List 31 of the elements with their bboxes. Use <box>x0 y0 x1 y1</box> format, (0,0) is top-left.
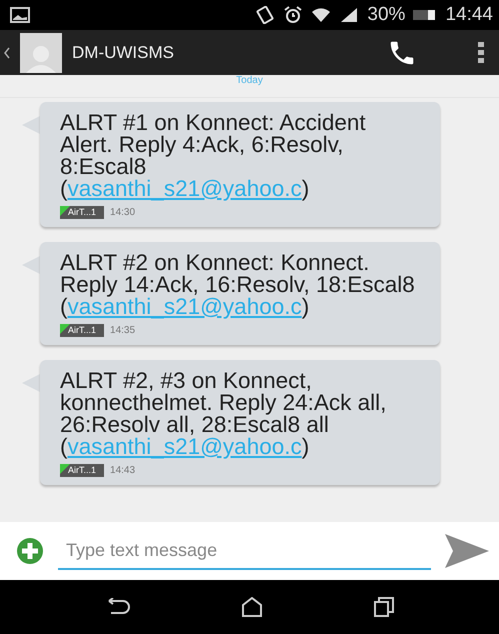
bubble-tail <box>22 256 40 274</box>
message-time: 14:35 <box>110 325 136 336</box>
message-text: ALRT #2 on Konnect: Konnect. Reply 14:Ack, 16:Resolv, 18:Escal8 (vasanthi_s21@yahoo.c) <box>60 252 416 318</box>
message-time: 14:43 <box>110 465 136 476</box>
message-bubble[interactable]: ALRT #1 on Konnect: Accident Alert. Reply 4:Ack, 6:Resolv, 8:Escal8 (vasanthi_s21@yahoo.c) AirT...1 14:30 <box>40 102 440 227</box>
bubble-tail <box>22 116 40 134</box>
vibrate-icon <box>255 6 276 24</box>
signal-icon <box>339 7 360 23</box>
back-icon[interactable] <box>4 46 10 58</box>
message-text: ALRT #2, #3 on Konnect, konnecthelmet. Reply 24:Ack all, 26:Resolv all, 28:Escal8 all (vasanthi_s21@yahoo.c) <box>60 370 388 458</box>
contact-name: DM-UWISMS <box>72 42 175 62</box>
status-time: 14:44 <box>445 4 493 26</box>
picture-icon <box>10 7 30 23</box>
battery-icon <box>413 9 438 21</box>
sim-label: AirT...1 <box>60 464 104 477</box>
message-text: ALRT #1 on Konnect: Accident Alert. Reply 4:Ack, 6:Resolv, 8:Escal8 (vasanthi_s21@yahoo.c) <box>60 112 367 200</box>
message-time: 14:30 <box>110 207 136 218</box>
home-icon[interactable] <box>241 597 264 617</box>
date-divider: Today <box>236 75 263 87</box>
more-options-icon[interactable] <box>477 40 485 64</box>
bubble-tail <box>22 374 40 392</box>
wifi-icon <box>311 7 332 23</box>
recent-apps-icon[interactable] <box>374 597 394 617</box>
message-bubble[interactable]: ALRT #2, #3 on Konnect, konnecthelmet. Reply 24:Ack all, 26:Resolv all, 28:Escal8 all (vasanthi_s21@yahoo.c) AirT...1 14:43 <box>40 360 440 485</box>
sim-label: AirT...1 <box>60 206 104 219</box>
add-icon[interactable] <box>16 537 44 565</box>
send-icon[interactable] <box>445 534 489 568</box>
alarm-icon <box>283 6 304 24</box>
message-bubble[interactable]: ALRT #2 on Konnect: Konnect. Reply 14:Ack, 16:Resolv, 18:Escal8 (vasanthi_s21@yahoo.c) AirT...1 14:35 <box>40 242 440 345</box>
battery-percent: 30% <box>367 4 406 26</box>
sim-label: AirT...1 <box>60 324 104 337</box>
